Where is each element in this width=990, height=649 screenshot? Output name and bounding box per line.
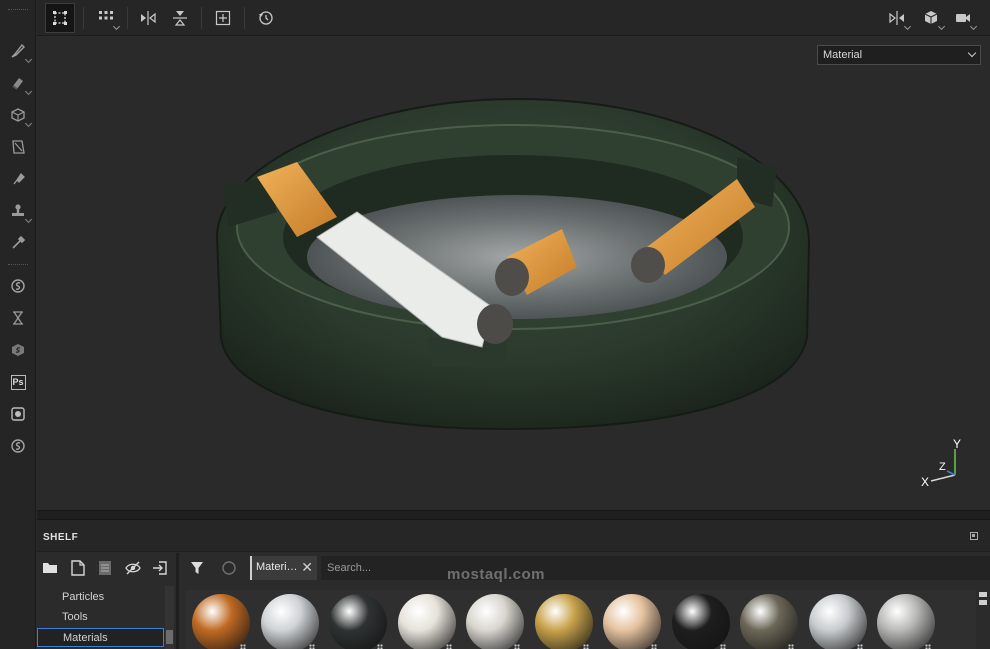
material-thumbnail-grid [186,590,976,649]
tree-item-particles[interactable]: Particles [37,588,164,607]
material-type-icon [308,644,315,649]
new-file-icon[interactable] [67,557,89,579]
shelf-library-tools [37,553,174,583]
scrollbar-thumb[interactable] [166,630,173,644]
shelf-category-tree: Particles Tools Materials [37,586,174,649]
material-type-icon [377,644,383,649]
material-type-icon [514,644,520,649]
z-axis-label: Z [939,461,946,473]
projection-icon[interactable] [4,102,33,128]
photoshop-label: Ps [10,374,26,390]
material-thumbnail-chrome[interactable] [260,594,319,649]
tree-item-materials[interactable]: Materials [37,628,164,647]
photoshop-icon[interactable]: Ps [4,369,32,395]
material-type-icon [445,644,452,649]
clone-stamp-icon[interactable] [4,198,33,224]
render-icon[interactable] [4,401,32,427]
channel-select-value: Material [823,49,863,61]
document-list-icon[interactable] [94,557,116,579]
tree-scrollbar[interactable] [165,586,174,649]
hourglass-icon[interactable] [4,305,32,331]
bake-icon[interactable] [4,273,32,299]
substance-icon[interactable] [4,337,32,363]
toolbar-separator [8,264,28,267]
import-icon[interactable] [149,557,171,579]
material-thumbnail-leaf-decal[interactable] [397,594,456,649]
material-thumbnail-skin[interactable] [603,594,661,649]
circle-toggle-icon[interactable] [218,558,240,578]
grid-menu-icon[interactable] [91,3,121,33]
toolbar-separator [201,7,202,29]
grid-scrollbar[interactable] [979,592,987,612]
material-thumbnail-concrete[interactable] [877,594,935,649]
folder-icon[interactable] [39,557,61,579]
selection-tool-icon[interactable] [45,3,75,33]
axis-gizmo: Y X Z [921,437,961,489]
close-icon[interactable]: ✕ [301,559,313,576]
viewport-toolbar [37,0,990,36]
material-thumbnail-copper-perforated[interactable] [192,594,250,649]
camera-icon[interactable] [948,3,978,33]
shelf-title: SHELF [43,532,79,543]
material-type-icon [651,644,657,649]
filter-tag-chip[interactable]: Materi… ✕ [250,556,317,580]
toolbar-grip[interactable] [8,9,28,12]
material-thumbnail-gold[interactable] [534,594,593,649]
material-thumbnail-steel[interactable] [808,594,867,649]
shelf-filter-bar: Materi… ✕ [182,553,990,583]
shelf-divider[interactable] [176,553,179,649]
shelf-search-input[interactable] [321,556,990,580]
material-type-icon [925,644,931,649]
mirror-vertical-icon[interactable] [165,3,195,33]
chevron-down-icon [967,48,977,58]
panel-splitter[interactable] [37,510,990,520]
eraser-icon[interactable] [4,70,33,96]
y-axis-label: Y [953,437,961,451]
x-axis-label: X [921,475,929,489]
material-type-icon [582,644,589,649]
polygon-fill-icon[interactable] [4,134,32,160]
filter-icon[interactable] [186,558,208,578]
toolbar-separator [83,7,84,29]
toolbar-separator [127,7,128,29]
toolbar-separator [244,7,245,29]
tree-item-tools[interactable]: Tools [37,608,164,627]
left-toolbar: Ps [0,0,36,649]
shelf-panel: SHELF Particles Tools Materials Materi… … [37,520,990,649]
hide-eye-icon[interactable] [122,557,144,579]
material-thumbnail-black-glossy[interactable] [671,594,730,649]
channel-select[interactable]: Material [817,45,981,65]
filter-tag-label: Materi… [256,561,298,573]
3d-viewport[interactable]: Material Y X Z [37,37,990,510]
3d-cube-icon[interactable] [916,3,946,33]
x-axis-line [930,474,956,482]
fit-view-icon[interactable] [208,3,238,33]
undock-icon[interactable] [970,532,978,540]
substance-share-icon[interactable] [4,433,32,459]
z-axis-line [946,470,956,476]
shelf-header: SHELF [37,520,990,552]
reset-view-icon[interactable] [251,3,281,33]
material-thumbnail-pearl[interactable] [466,594,524,649]
mirror-horizontal-icon[interactable] [133,3,163,33]
material-thumbnail-olive-metal[interactable] [740,594,798,649]
material-type-icon [719,644,726,649]
split-view-icon[interactable] [882,3,912,33]
color-picker-icon[interactable] [4,230,32,256]
material-thumbnail-black-plastic[interactable] [329,594,387,649]
material-type-icon [856,644,863,649]
painter-app-window: Ps Material Y X Z SHELF Particles Tools … [0,0,990,649]
material-type-icon [240,644,246,649]
smudge-icon[interactable] [4,166,32,192]
material-type-icon [788,644,794,649]
ashtray-3d-model[interactable] [37,37,990,510]
brush-icon[interactable] [4,38,33,64]
